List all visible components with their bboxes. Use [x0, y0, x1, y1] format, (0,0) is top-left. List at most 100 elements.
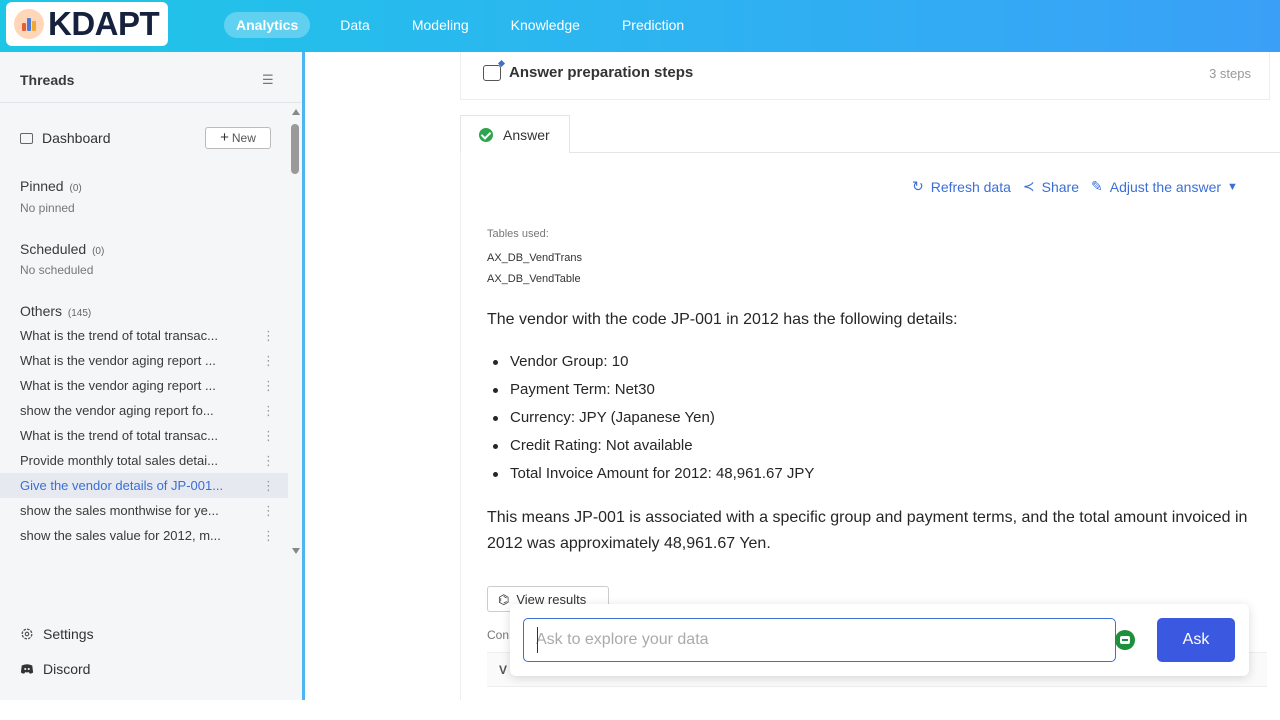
thread-label: What is the vendor aging report ... — [20, 353, 216, 368]
share-icon: ≺ — [1022, 178, 1035, 194]
plus-icon: + — [220, 129, 229, 146]
list-item: Payment Term: Net30 — [492, 376, 814, 404]
dashboard-icon — [20, 132, 33, 144]
thread-item[interactable]: What is the trend of total transac... ⋮ — [0, 423, 288, 448]
table-name: AX_DB_VendTrans — [487, 252, 582, 264]
more-options-icon[interactable]: ⋮ — [262, 473, 275, 498]
answer-intro: The vendor with the code JP-001 in 2012 … — [487, 311, 958, 328]
thread-label: show the sales monthwise for ye... — [20, 503, 219, 518]
thread-label: show the sales value for 2012, m... — [20, 528, 221, 543]
top-bar: KDAPT Analytics Data Modeling Knowledge … — [0, 0, 1280, 52]
dropdown-arrow-icon: ▼ — [1227, 180, 1238, 193]
pinned-count: (0) — [69, 183, 82, 194]
ask-panel — [510, 604, 1249, 676]
more-options-icon[interactable]: ⋮ — [262, 448, 275, 473]
threads-sidebar: Threads ☰ Dashboard + New Pinned (0) No p… — [0, 52, 305, 700]
scroll-up-arrow-icon[interactable] — [292, 109, 300, 115]
main-nav: Analytics Data Modeling Knowledge Predic… — [224, 12, 714, 38]
list-item: Currency: JPY (Japanese Yen) — [492, 404, 814, 432]
sidebar-item-dashboard[interactable]: Dashboard — [20, 130, 111, 146]
refresh-data-button[interactable]: ↻ Refresh data — [912, 178, 1011, 195]
results-table-row — [487, 686, 1267, 700]
nav-data[interactable]: Data — [328, 12, 382, 38]
gear-icon — [21, 628, 33, 640]
thread-label: What is the trend of total transac... — [20, 328, 218, 343]
sidebar-divider — [0, 102, 302, 103]
ask-input[interactable] — [523, 618, 1116, 662]
more-options-icon[interactable]: ⋮ — [262, 423, 275, 448]
more-options-icon[interactable]: ⋮ — [262, 323, 275, 348]
vendor-details-list: Vendor Group: 10 Payment Term: Net30 Cur… — [492, 348, 814, 488]
more-options-icon[interactable]: ⋮ — [262, 348, 275, 373]
more-options-icon[interactable]: ⋮ — [262, 398, 275, 423]
list-item: Vendor Group: 10 — [492, 348, 814, 376]
pencil-icon: ✎ — [1091, 178, 1103, 194]
others-title: Others — [20, 303, 63, 319]
thread-item[interactable]: show the sales monthwise for ye... ⋮ — [0, 498, 288, 523]
answer-actions: ↻ Refresh data ≺ Share ✎ Adjust the answer ▼ — [912, 178, 1238, 195]
pinned-section-title: Pinned (0) — [20, 178, 82, 194]
nav-knowledge[interactable]: Knowledge — [499, 12, 592, 38]
share-button[interactable]: ≺ Share — [1023, 178, 1079, 195]
logo-chart-icon — [14, 9, 44, 39]
nav-prediction[interactable]: Prediction — [610, 12, 696, 38]
thread-item[interactable]: show the sales value for 2012, m... ⋮ — [0, 523, 288, 548]
sidebar-item-settings[interactable]: Settings — [20, 626, 94, 642]
prep-title-text: Answer preparation steps — [509, 64, 694, 81]
scheduled-section-title: Scheduled (0) — [20, 241, 104, 257]
more-options-icon[interactable]: ⋮ — [262, 373, 275, 398]
scheduled-empty: No scheduled — [20, 263, 94, 277]
list-item: Credit Rating: Not available — [492, 432, 814, 460]
sidebar-item-discord[interactable]: Discord — [20, 661, 90, 677]
adjust-answer-button[interactable]: ✎ Adjust the answer ▼ — [1091, 178, 1238, 195]
new-button-label: New — [231, 131, 256, 145]
nav-analytics[interactable]: Analytics — [224, 12, 311, 38]
logo-text: KDAPT — [48, 5, 160, 42]
nav-modeling[interactable]: Modeling — [400, 12, 481, 38]
thread-item[interactable]: What is the vendor aging report ... ⋮ — [0, 348, 288, 373]
new-dashboard-button[interactable]: + New — [205, 127, 271, 149]
text-caret — [537, 627, 538, 653]
thread-item-selected[interactable]: Give the vendor details of JP-001... ⋮ — [0, 473, 288, 498]
list-item: Total Invoice Amount for 2012: 48,961.67… — [492, 460, 814, 488]
ask-button[interactable]: Ask — [1157, 618, 1235, 662]
more-options-icon[interactable]: ⋮ — [262, 498, 275, 523]
answer-preparation-panel[interactable]: Answer preparation steps 3 steps — [460, 52, 1270, 100]
app-logo[interactable]: KDAPT — [6, 2, 168, 46]
prep-steps-count: 3 steps — [1209, 66, 1251, 81]
pinned-empty: No pinned — [20, 201, 75, 215]
thread-item[interactable]: What is the vendor aging report ... ⋮ — [0, 373, 288, 398]
share-label: Share — [1041, 178, 1079, 195]
thread-item[interactable]: Provide monthly total sales detai... ⋮ — [0, 448, 288, 473]
answer-summary: This means JP-001 is associated with a s… — [487, 509, 1248, 552]
settings-label: Settings — [43, 626, 94, 642]
others-count: (145) — [67, 308, 92, 319]
others-section-title: Others (145) — [20, 303, 91, 319]
prep-title: Answer preparation steps — [483, 64, 693, 81]
bot-icon[interactable] — [1115, 630, 1135, 650]
refresh-icon: ↻ — [912, 178, 924, 194]
scheduled-title: Scheduled — [20, 241, 87, 257]
discord-icon — [20, 664, 34, 674]
thread-item[interactable]: What is the trend of total transac... ⋮ — [0, 323, 288, 348]
pinned-title: Pinned — [20, 178, 64, 194]
thread-item[interactable]: show the vendor aging report fo... ⋮ — [0, 398, 288, 423]
refresh-label: Refresh data — [930, 178, 1011, 195]
tab-divider — [569, 152, 1280, 153]
scrollbar-thumb[interactable] — [291, 124, 299, 174]
more-options-icon[interactable]: ⋮ — [262, 523, 275, 548]
thread-label: Provide monthly total sales detai... — [20, 453, 218, 468]
thread-label: Give the vendor details of JP-001... — [20, 478, 224, 493]
table-name: AX_DB_VendTable — [487, 273, 581, 285]
tab-answer-label: Answer — [503, 126, 550, 143]
discord-label: Discord — [43, 661, 91, 677]
adjust-label: Adjust the answer — [1109, 178, 1222, 195]
sidebar-title: Threads — [20, 72, 75, 88]
tab-answer[interactable]: Answer — [460, 115, 570, 153]
thread-label: What is the vendor aging report ... — [20, 378, 216, 393]
collapse-sidebar-icon[interactable]: ☰ — [262, 72, 274, 88]
dashboard-label: Dashboard — [42, 130, 111, 146]
binoculars-icon: ⌬ — [498, 592, 510, 607]
scroll-down-arrow-icon[interactable] — [292, 548, 300, 554]
thread-label: What is the trend of total transac... — [20, 428, 218, 443]
